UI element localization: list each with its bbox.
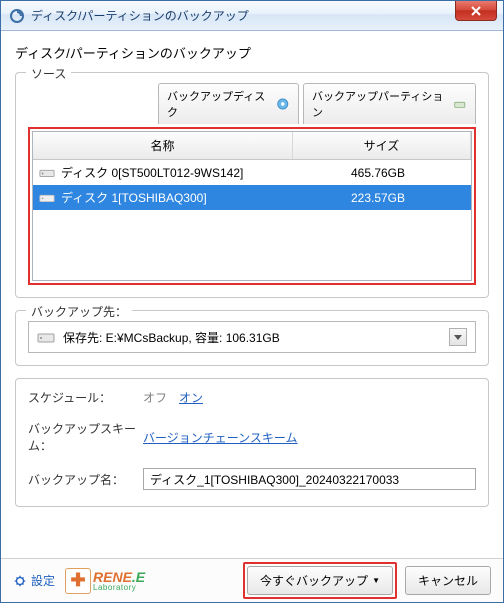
disk-size: 465.76GB xyxy=(291,166,465,180)
chevron-down-icon xyxy=(454,335,462,340)
disk-name: ディスク 1[TOSHIBAQ300] xyxy=(61,189,207,206)
destination-fieldset: バックアップ先： 保存先: E:¥MCsBackup, 容量: 106.31GB xyxy=(15,310,489,366)
close-button[interactable] xyxy=(455,1,497,21)
destination-label: 保存先: E:¥MCsBackup, 容量: 106.31GB xyxy=(63,329,449,346)
content-area: ディスク/パーティションのバックアップ ソース バックアップディスク バックアッ… xyxy=(1,31,503,531)
backup-now-button[interactable]: 今すぐバックアップ ▼ xyxy=(247,566,393,595)
schedule-on-link[interactable]: オン xyxy=(179,389,203,406)
window-title: ディスク/パーティションのバックアップ xyxy=(31,7,249,24)
dialog-window: ディスク/パーティションのバックアップ ディスク/パーティションのバックアップ … xyxy=(0,0,504,603)
backup-name-row: バックアップ名： xyxy=(28,468,476,490)
app-icon xyxy=(9,8,25,24)
tab-backup-partition[interactable]: バックアップパーティション xyxy=(303,83,476,124)
scheme-row: バックアップスキーム： バージョンチェーンスキーム xyxy=(28,420,476,454)
hdd-icon xyxy=(39,167,55,179)
button-label: 今すぐバックアップ xyxy=(260,572,368,589)
hdd-icon xyxy=(39,192,55,204)
settings-label: 設定 xyxy=(31,572,55,589)
close-icon xyxy=(471,6,481,16)
source-legend: ソース xyxy=(26,65,71,82)
brand-logo: ✚ RENE.E Laboratory xyxy=(65,568,145,594)
cell-name: ディスク 1[TOSHIBAQ300] xyxy=(39,189,291,206)
disk-icon xyxy=(276,97,290,111)
schedule-label: スケジュール： xyxy=(28,389,143,406)
logo-text: RENE.E Laboratory xyxy=(93,570,145,592)
column-header-name[interactable]: 名称 xyxy=(33,132,293,159)
backup-now-highlight: 今すぐバックアップ ▼ xyxy=(243,562,397,599)
tab-label: バックアップパーティション xyxy=(312,88,449,120)
button-label: キャンセル xyxy=(418,572,478,589)
scheme-link[interactable]: バージョンチェーンスキーム xyxy=(143,429,298,446)
logo-badge-icon: ✚ xyxy=(65,568,91,594)
disk-table: 名称 サイズ ディスク 0[ST500LT012-9WS142] 465.76G… xyxy=(32,131,472,281)
destination-legend: バックアップ先： xyxy=(26,303,132,320)
destination-dropdown-button[interactable] xyxy=(449,328,467,346)
footer: 設定 ✚ RENE.E Laboratory 今すぐバックアップ ▼ キャンセル xyxy=(1,558,503,602)
table-body: ディスク 0[ST500LT012-9WS142] 465.76GB ディスク … xyxy=(33,160,471,280)
schedule-row: スケジュール： オフ オン xyxy=(28,389,476,406)
partition-icon xyxy=(453,97,467,111)
page-subtitle: ディスク/パーティションのバックアップ xyxy=(15,43,489,62)
backup-name-input[interactable] xyxy=(143,468,476,490)
tab-backup-disk[interactable]: バックアップディスク xyxy=(158,83,299,124)
cell-name: ディスク 0[ST500LT012-9WS142] xyxy=(39,164,291,181)
gear-icon xyxy=(13,574,27,588)
options-fieldset: スケジュール： オフ オン バックアップスキーム： バージョンチェーンスキーム … xyxy=(15,378,489,507)
table-header: 名称 サイズ xyxy=(33,132,471,160)
scheme-label: バックアップスキーム： xyxy=(28,420,143,454)
disk-size: 223.57GB xyxy=(291,191,465,205)
source-highlight-frame: 名称 サイズ ディスク 0[ST500LT012-9WS142] 465.76G… xyxy=(28,127,476,285)
table-row[interactable]: ディスク 1[TOSHIBAQ300] 223.57GB xyxy=(33,185,471,210)
backup-name-label: バックアップ名： xyxy=(28,471,143,488)
settings-link[interactable]: 設定 xyxy=(13,572,55,589)
source-fieldset: ソース バックアップディスク バックアップパーティション 名称 サイズ xyxy=(15,72,489,298)
hdd-icon xyxy=(37,330,55,344)
titlebar[interactable]: ディスク/パーティションのバックアップ xyxy=(1,1,503,31)
column-header-size[interactable]: サイズ xyxy=(293,132,471,159)
destination-selector[interactable]: 保存先: E:¥MCsBackup, 容量: 106.31GB xyxy=(28,321,476,353)
chevron-down-icon: ▼ xyxy=(372,576,380,585)
cancel-button[interactable]: キャンセル xyxy=(405,566,491,595)
disk-name: ディスク 0[ST500LT012-9WS142] xyxy=(61,164,243,181)
footer-buttons: 今すぐバックアップ ▼ キャンセル xyxy=(243,562,491,599)
source-tabs: バックアップディスク バックアップパーティション xyxy=(158,83,476,124)
schedule-off: オフ xyxy=(143,389,167,406)
table-row[interactable]: ディスク 0[ST500LT012-9WS142] 465.76GB xyxy=(33,160,471,185)
tab-label: バックアップディスク xyxy=(167,88,272,120)
